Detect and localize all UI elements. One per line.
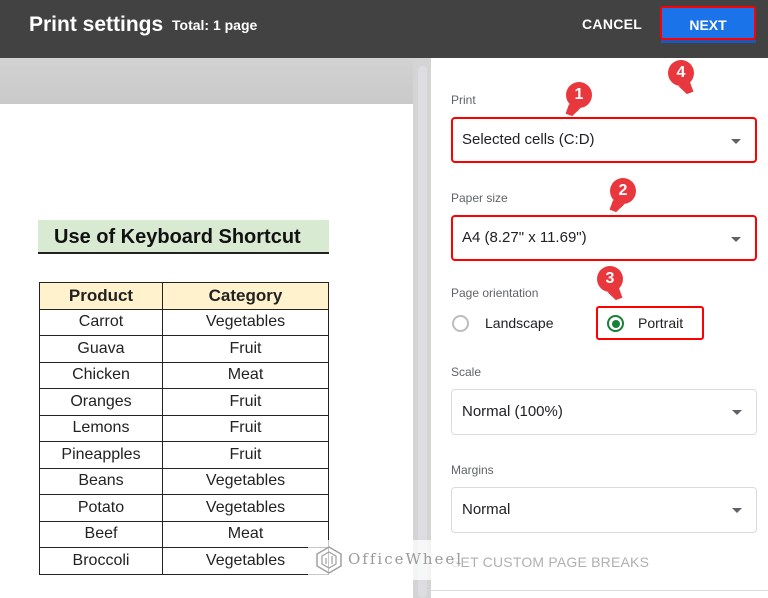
scrollbar-thumb[interactable] [418,66,427,598]
product-cell: Broccoli [39,547,163,575]
category-cell: Meat [162,520,329,548]
officewheel-logo-icon [316,546,342,574]
chevron-down-icon [732,410,742,415]
radio-portrait-label: Portrait [638,315,684,331]
product-cell: Guava [39,335,163,363]
paper-size-select[interactable]: A4 (8.27" x 11.69") [451,215,757,261]
page-title: Print settings [29,13,164,36]
category-cell: Vegetables [162,494,329,522]
category-cell: Vegetables [162,467,329,495]
column-header-category: Category [162,282,329,310]
table-row: Lemons Fruit [39,414,329,442]
product-cell: Carrot [39,308,163,336]
margins-select[interactable]: Normal [451,487,757,533]
product-cell: Potato [39,494,163,522]
cancel-button[interactable]: CANCEL [582,16,642,32]
paper-size-select-value: A4 (8.27" x 11.69") [462,229,587,246]
product-cell: Oranges [39,388,163,416]
product-cell: Beef [39,520,163,548]
margins-label: Margins [451,463,494,477]
chevron-down-icon [731,237,741,242]
product-cell: Lemons [39,414,163,442]
print-select[interactable]: Selected cells (C:D) [451,117,757,163]
table-row: Pineapples Fruit [39,441,329,469]
table-row: Guava Fruit [39,335,329,363]
chevron-down-icon [731,139,741,144]
callout-badge-2: 2 [610,178,636,204]
watermark: OfficeWheel [308,540,461,580]
table-header-row: Product Category [39,282,329,310]
column-header-product: Product [39,282,163,310]
table-row: Beans Vegetables [39,467,329,495]
table-row: Chicken Meat [39,361,329,389]
next-button[interactable]: NEXT [660,6,756,40]
table-row: Oranges Fruit [39,388,329,416]
category-cell: Meat [162,361,329,389]
total-pages: Total: 1 page [172,17,258,33]
category-cell: Fruit [162,388,329,416]
top-bar: Print settings Total: 1 page CANCEL NEXT [0,0,768,58]
category-cell: Fruit [162,414,329,442]
table-row: Carrot Vegetables [39,308,329,336]
category-cell: Vegetables [162,308,329,336]
product-cell: Chicken [39,361,163,389]
print-select-value: Selected cells (C:D) [462,131,595,148]
print-label: Print [451,93,476,107]
scale-label: Scale [451,365,482,379]
category-cell: Fruit [162,335,329,363]
preview-background [0,58,413,104]
chevron-down-icon [732,508,742,513]
radio-landscape-circle[interactable] [452,315,469,332]
table-row: Beef Meat [39,520,329,548]
callout-badge-4: 4 [668,60,694,86]
category-cell: Fruit [162,441,329,469]
table-row: Broccoli Vegetables [39,547,329,575]
panel-divider [431,590,768,591]
watermark-text: OfficeWheel [348,550,464,568]
preview-table: Product Category Carrot Vegetables Guava F… [39,282,329,575]
next-button-shadow [661,40,756,43]
table-row: Potato Vegetables [39,494,329,522]
set-custom-page-breaks-button[interactable]: SET CUSTOM PAGE BREAKS [451,554,649,570]
product-cell: Pineapples [39,441,163,469]
margins-select-value: Normal [462,501,511,518]
radio-landscape-label: Landscape [485,315,554,331]
radio-portrait-circle[interactable] [607,315,624,332]
callout-badge-1: 1 [566,82,592,108]
product-cell: Beans [39,467,163,495]
category-cell: Vegetables [162,547,329,575]
sheet-title: Use of Keyboard Shortcut [38,220,329,254]
scale-select-value: Normal (100%) [462,403,563,420]
scale-select[interactable]: Normal (100%) [451,389,757,435]
orientation-label: Page orientation [451,286,539,300]
paper-size-label: Paper size [451,191,508,205]
callout-badge-3: 3 [597,266,623,292]
